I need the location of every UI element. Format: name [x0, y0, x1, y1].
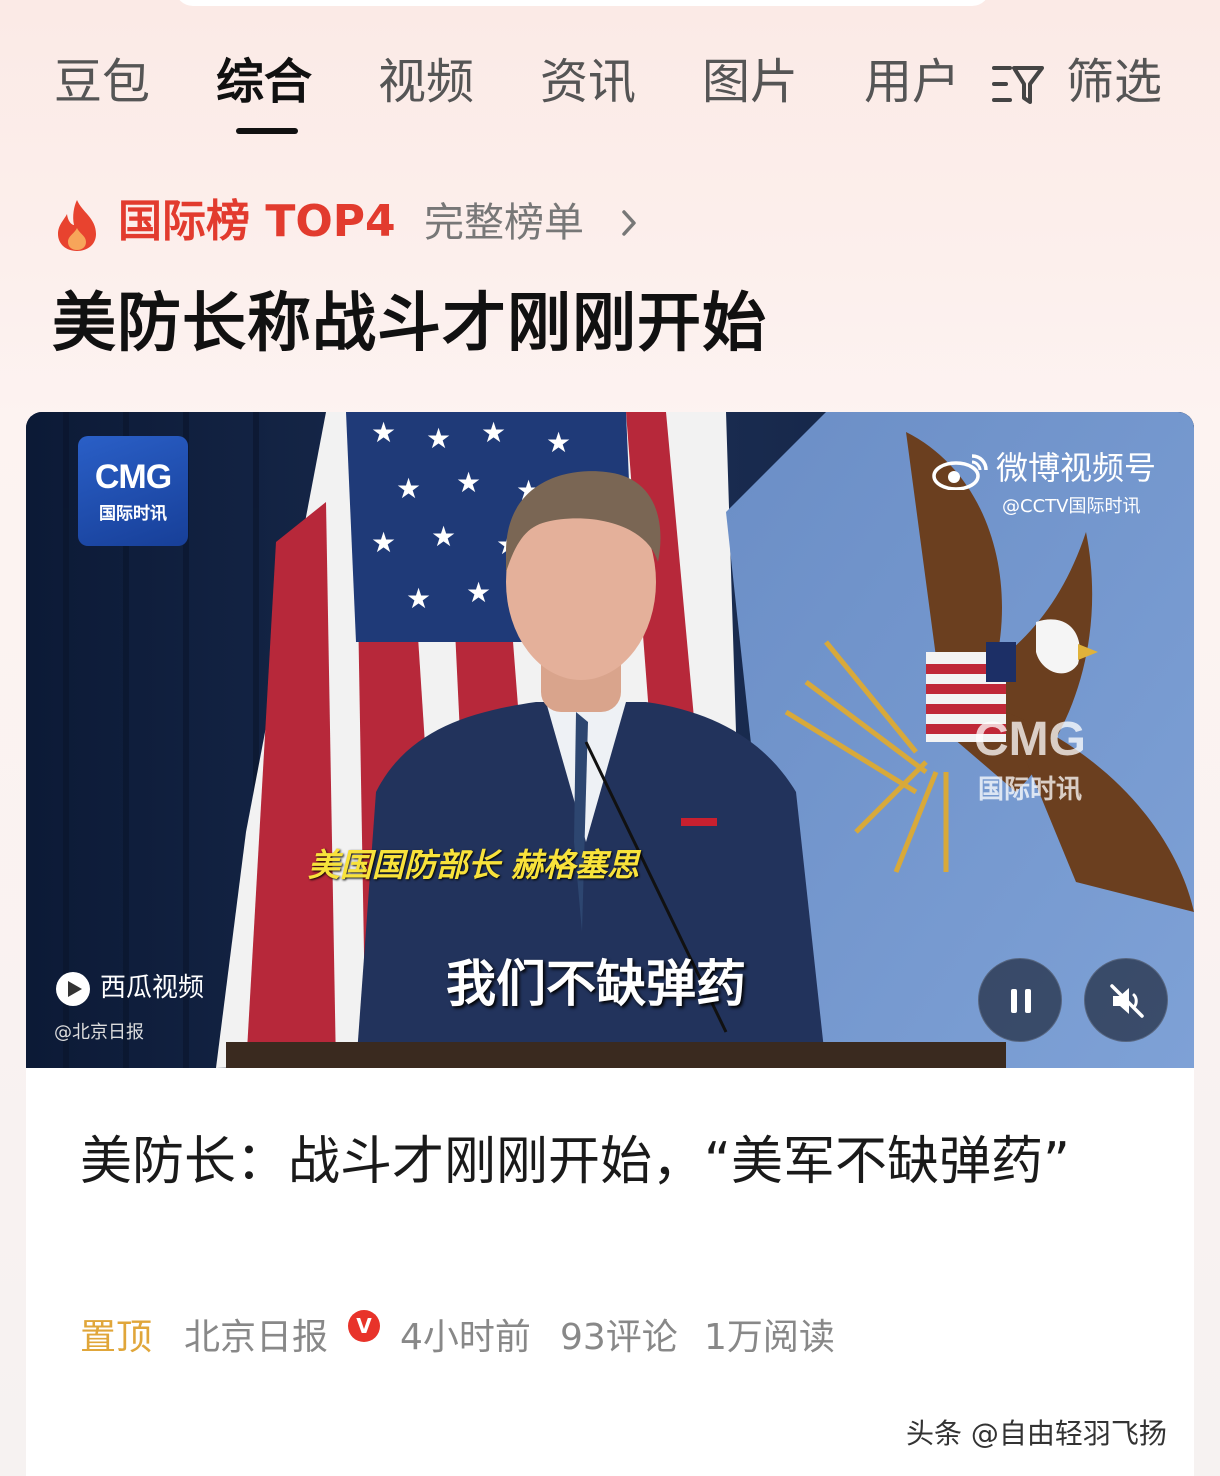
cmg-watermark-sub: 国际时讯: [977, 775, 1082, 805]
svg-text:★: ★: [396, 472, 421, 505]
search-bar[interactable]: [175, 0, 990, 6]
chevron-right-icon: [622, 210, 636, 236]
verified-badge-icon: V: [348, 1310, 380, 1342]
svg-text:★: ★: [546, 426, 571, 459]
quote-subtitle: 我们不缺弹药: [446, 955, 746, 1013]
search-tabs: 豆包 综合 视频 资讯 图片 用户 筛选: [0, 50, 1220, 140]
svg-text:★: ★: [371, 416, 396, 449]
article-meta: 置顶 北京日报 V 4小时前 93评论 1万阅读: [80, 1310, 1080, 1366]
tab-doubao[interactable]: 豆包: [54, 50, 150, 114]
full-list-link[interactable]: 完整榜单: [424, 194, 584, 252]
svg-text:★: ★: [466, 576, 491, 609]
article-title[interactable]: 美防长：战斗才刚刚开始，“美军不缺弹药”: [80, 1124, 1140, 1200]
xigua-video-icon: [56, 972, 90, 1006]
rank-row[interactable]: 国际榜 TOP4 完整榜单: [52, 192, 752, 256]
rank-label: 国际榜 TOP4: [118, 196, 396, 247]
filter-icon: [992, 66, 1044, 104]
publisher-name[interactable]: 北京日报: [184, 1310, 328, 1366]
weibo-icon: [932, 454, 988, 490]
weibo-channel-name: 微博视频号: [996, 449, 1157, 487]
cmg-logo: CMG 国际时讯: [78, 436, 188, 546]
tab-video[interactable]: 视频: [378, 50, 474, 114]
cmg-logo-main: CMG: [94, 458, 172, 496]
svg-text:★: ★: [406, 582, 431, 615]
cmg-watermark-main: CMG: [974, 713, 1086, 766]
publish-time: 4小时前: [400, 1317, 531, 1358]
svg-text:★: ★: [481, 416, 506, 449]
active-tab-indicator: [236, 128, 298, 134]
news-card[interactable]: ★★★★ ★★★★ ★★★★ ★★★: [26, 412, 1194, 1476]
read-count: 1万阅读: [704, 1317, 835, 1358]
comment-count[interactable]: 93评论: [560, 1310, 678, 1366]
svg-text:★: ★: [456, 466, 481, 499]
tab-users[interactable]: 用户: [864, 50, 960, 114]
platform-name: 西瓜视频: [100, 973, 205, 1003]
tab-images[interactable]: 图片: [702, 50, 798, 114]
video-player[interactable]: ★★★★ ★★★★ ★★★★ ★★★: [26, 412, 1194, 1068]
mute-button[interactable]: [1084, 958, 1168, 1042]
toutiao-watermark: 头条 @自由轻羽飞扬: [906, 1417, 1167, 1450]
pause-button[interactable]: [978, 958, 1062, 1042]
tab-general[interactable]: 综合: [216, 50, 312, 114]
page-headline[interactable]: 美防长称战斗才刚刚开始: [52, 282, 767, 366]
svg-text:★: ★: [426, 422, 451, 455]
flame-icon: [58, 200, 96, 251]
weibo-channel-handle: @CCTV国际时讯: [1002, 496, 1141, 517]
pause-icon: [1011, 989, 1031, 1013]
video-source: @北京日报: [54, 1022, 144, 1043]
svg-text:★: ★: [431, 520, 456, 553]
tab-news[interactable]: 资讯: [540, 50, 636, 114]
filter-label: 筛选: [1066, 54, 1163, 110]
speaker-caption: 美国国防部长 赫格塞思: [308, 846, 640, 884]
cmg-logo-sub: 国际时讯: [99, 504, 167, 524]
svg-text:★: ★: [371, 526, 396, 559]
muted-speaker-icon: [1110, 984, 1144, 1018]
pinned-label: 置顶: [80, 1317, 153, 1358]
cmg-watermark: CMG 国际时讯: [974, 712, 1086, 806]
